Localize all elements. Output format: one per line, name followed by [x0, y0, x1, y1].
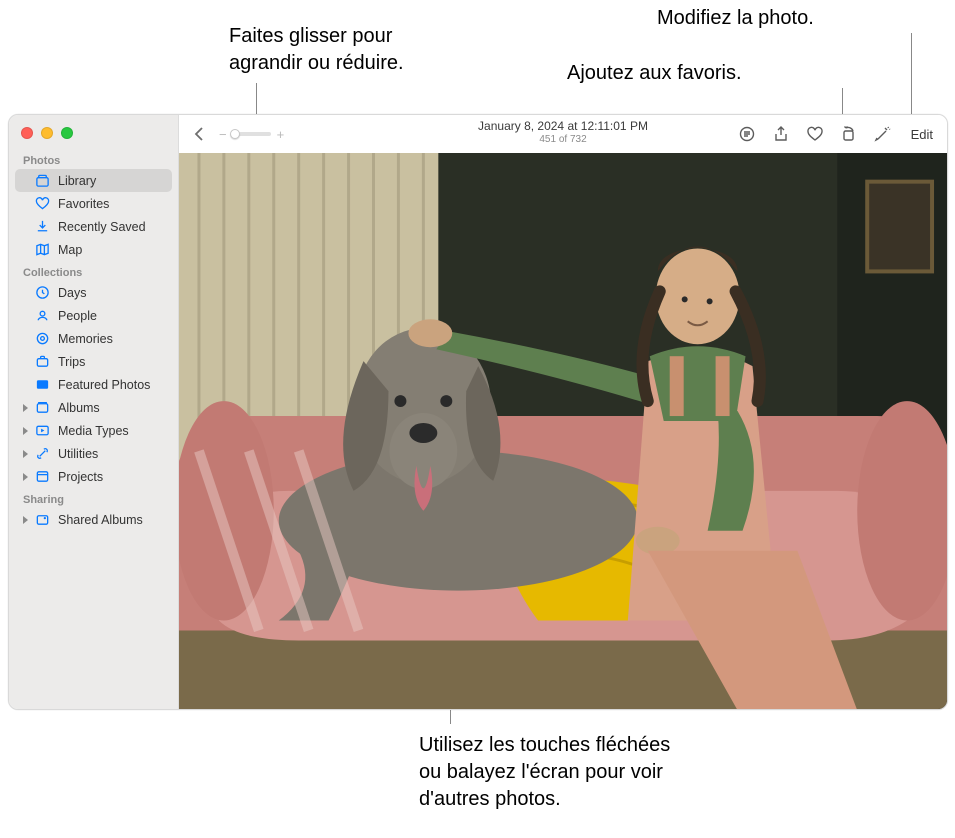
sidebar-section-collections: Collections [9, 261, 178, 281]
sidebar-section-photos: Photos [9, 149, 178, 169]
albums-icon [35, 400, 50, 415]
favorite-button[interactable] [805, 124, 825, 144]
window-controls [9, 115, 178, 149]
edit-button[interactable]: Edit [907, 125, 937, 144]
sidebar-item-media-types[interactable]: Media Types [15, 419, 172, 442]
sidebar-item-days[interactable]: Days [15, 281, 172, 304]
callout-edit: Modifiez la photo. [657, 5, 814, 32]
sidebar-item-map[interactable]: Map [15, 238, 172, 261]
utilities-icon [35, 446, 50, 461]
photo-image [179, 153, 947, 709]
rotate-button[interactable] [839, 124, 859, 144]
sidebar-item-library[interactable]: Library [15, 169, 172, 192]
sidebar-item-people[interactable]: People [15, 304, 172, 327]
chevron-right-icon[interactable] [23, 450, 28, 458]
share-button[interactable] [771, 124, 791, 144]
sidebar-item-shared-albums[interactable]: Shared Albums [15, 508, 172, 531]
chevron-right-icon[interactable] [23, 473, 28, 481]
main-content: − + January 8, 2024 at 12:11:01 PM 451 o… [179, 115, 947, 709]
sidebar-item-label: Days [58, 286, 164, 300]
callout-line [911, 33, 912, 124]
fullscreen-window-button[interactable] [61, 127, 73, 139]
sidebar-item-albums[interactable]: Albums [15, 396, 172, 419]
sidebar-item-label: Memories [58, 332, 164, 346]
photo-date: January 8, 2024 at 12:11:01 PM [478, 119, 648, 133]
featured-icon [35, 377, 50, 392]
photo-counter: 451 of 732 [478, 134, 648, 145]
heart-icon [35, 196, 50, 211]
zoom-slider[interactable] [233, 132, 271, 136]
sidebar-item-label: Recently Saved [58, 220, 164, 234]
media-types-icon [35, 423, 50, 438]
callout-favorite: Ajoutez aux favoris. [567, 60, 742, 87]
sidebar: Photos Library Favorites Recently Saved … [9, 115, 179, 709]
callout-zoom: Faites glisser pour agrandir ou réduire. [229, 23, 404, 77]
projects-icon [35, 469, 50, 484]
memories-icon [35, 331, 50, 346]
toolbar-actions: Edit [737, 124, 937, 144]
callout-navigate: Utilisez les touches fléchées ou balayez… [419, 732, 670, 813]
sidebar-item-label: Trips [58, 355, 164, 369]
download-icon [35, 219, 50, 234]
sidebar-item-utilities[interactable]: Utilities [15, 442, 172, 465]
sidebar-item-label: Favorites [58, 197, 164, 211]
sidebar-item-label: Utilities [58, 447, 164, 461]
library-icon [35, 173, 50, 188]
minimize-window-button[interactable] [41, 127, 53, 139]
auto-enhance-button[interactable] [873, 124, 893, 144]
zoom-out-icon[interactable]: − [219, 128, 227, 141]
sidebar-item-label: Map [58, 243, 164, 257]
close-window-button[interactable] [21, 127, 33, 139]
photos-app-window: Photos Library Favorites Recently Saved … [8, 114, 948, 710]
sidebar-item-projects[interactable]: Projects [15, 465, 172, 488]
sidebar-item-recently-saved[interactable]: Recently Saved [15, 215, 172, 238]
clock-icon [35, 285, 50, 300]
sidebar-item-label: Albums [58, 401, 164, 415]
shared-albums-icon [35, 512, 50, 527]
zoom-slider-thumb[interactable] [230, 129, 240, 139]
sidebar-section-sharing: Sharing [9, 488, 178, 508]
back-button[interactable] [189, 123, 211, 145]
toolbar: − + January 8, 2024 at 12:11:01 PM 451 o… [179, 115, 947, 153]
sidebar-item-label: Shared Albums [58, 513, 164, 527]
sidebar-item-label: People [58, 309, 164, 323]
sidebar-item-memories[interactable]: Memories [15, 327, 172, 350]
zoom-in-icon[interactable]: + [277, 128, 285, 141]
suitcase-icon [35, 354, 50, 369]
sidebar-item-label: Media Types [58, 424, 164, 438]
chevron-right-icon[interactable] [23, 427, 28, 435]
sidebar-item-favorites[interactable]: Favorites [15, 192, 172, 215]
sidebar-item-label: Featured Photos [58, 378, 164, 392]
people-icon [35, 308, 50, 323]
live-text-button[interactable] [737, 124, 757, 144]
chevron-right-icon[interactable] [23, 404, 28, 412]
sidebar-item-label: Library [58, 174, 164, 188]
toolbar-title: January 8, 2024 at 12:11:01 PM 451 of 73… [478, 119, 648, 145]
chevron-right-icon[interactable] [23, 516, 28, 524]
sidebar-item-trips[interactable]: Trips [15, 350, 172, 373]
photo-viewer[interactable] [179, 153, 947, 709]
sidebar-item-label: Projects [58, 470, 164, 484]
zoom-control: − + [219, 128, 284, 141]
map-icon [35, 242, 50, 257]
sidebar-item-featured-photos[interactable]: Featured Photos [15, 373, 172, 396]
